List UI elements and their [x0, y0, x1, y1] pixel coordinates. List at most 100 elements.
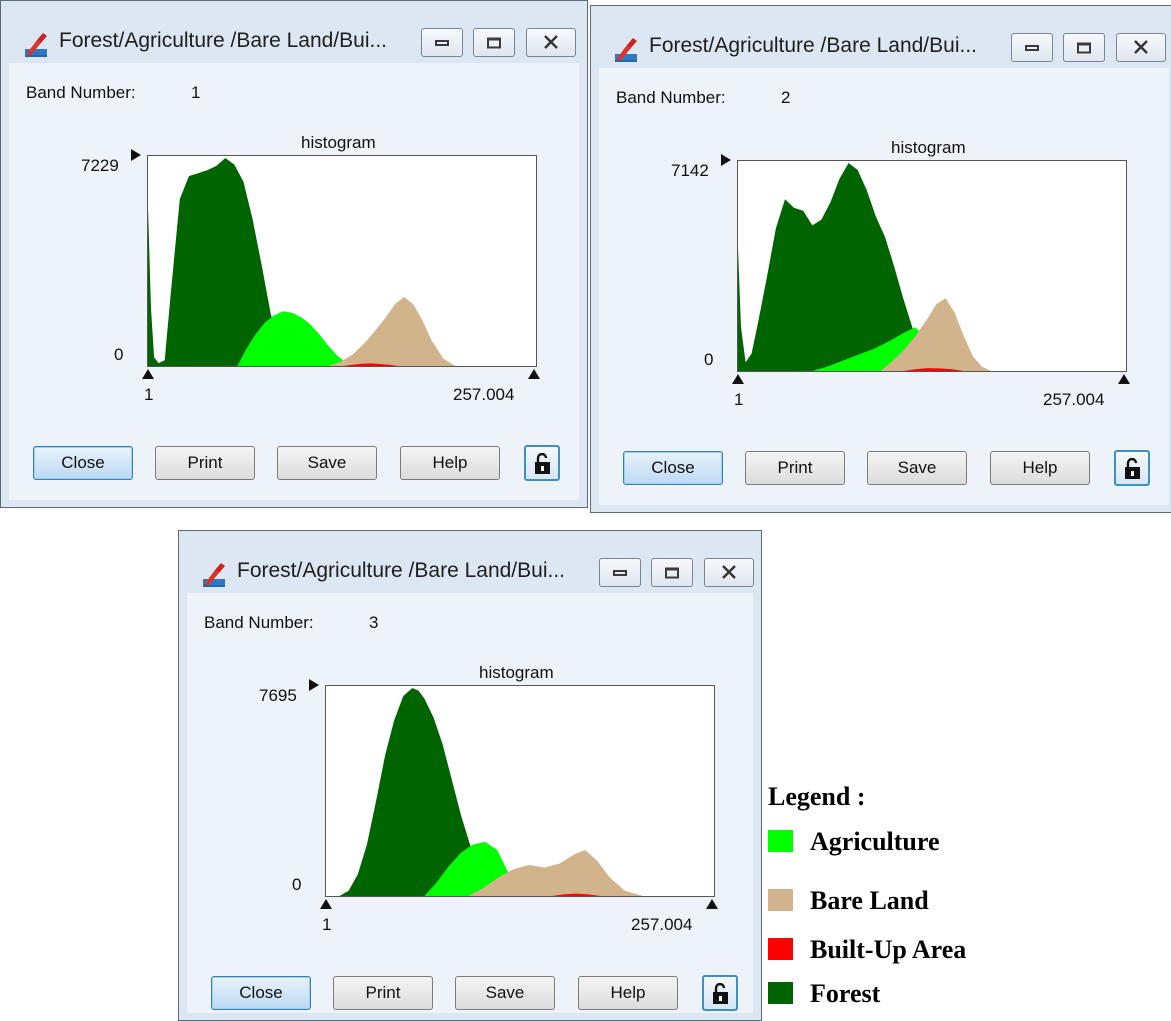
maximize-button[interactable] — [651, 558, 693, 587]
save-button[interactable]: Save — [867, 451, 967, 485]
close-window-button[interactable] — [1116, 33, 1166, 62]
built-up-area-swatch — [768, 938, 793, 960]
close-window-button-glyph — [543, 34, 559, 51]
maximize-button[interactable] — [1063, 33, 1105, 62]
x-max-label: 257.004 — [631, 915, 693, 934]
maximize-button-glyph — [1077, 42, 1091, 53]
y-max-label: 7695 — [259, 686, 297, 705]
title-bar[interactable]: Forest/Agriculture /Bare Land/Bui... — [1, 1, 587, 63]
help-button[interactable]: Help — [400, 446, 500, 480]
x-min-label: 1 — [322, 915, 332, 934]
close-window-button[interactable] — [704, 558, 754, 587]
unlock-icon — [1125, 458, 1140, 479]
x-min-marker-icon[interactable] — [732, 374, 744, 384]
legend-label: Built-Up Area — [810, 935, 967, 964]
agriculture-swatch — [768, 830, 793, 852]
save-button[interactable]: Save — [455, 976, 555, 1010]
histogram-window-band-2: Forest/Agriculture /Bare Land/Bui... Band… — [590, 5, 1171, 513]
minimize-button[interactable] — [599, 558, 641, 587]
y-min-label: 0 — [704, 350, 714, 369]
chart-edit-icon — [613, 36, 641, 64]
legend-label: Bare Land — [810, 886, 929, 915]
histogram-plot[interactable] — [325, 685, 715, 897]
minimize-button[interactable] — [1011, 33, 1053, 62]
close-icon — [544, 34, 558, 49]
close-window-button-glyph — [721, 564, 737, 581]
minimize-icon — [613, 569, 627, 576]
band-number-label: Band Number: — [26, 83, 136, 102]
chart-edit-icon — [23, 31, 51, 59]
close-window-button[interactable] — [526, 28, 576, 57]
histogram-title: histogram — [301, 133, 376, 152]
minimize-button-glyph — [613, 569, 627, 576]
title-bar[interactable]: Forest/Agriculture /Bare Land/Bui... — [591, 6, 1171, 68]
print-button[interactable]: Print — [745, 451, 845, 485]
print-button[interactable]: Print — [333, 976, 433, 1010]
histogram-plot[interactable] — [737, 160, 1127, 372]
minimize-icon — [1025, 44, 1039, 51]
save-button[interactable]: Save — [277, 446, 377, 480]
window-title: Forest/Agriculture /Bare Land/Bui... — [649, 34, 977, 57]
close-button[interactable]: Close — [623, 451, 723, 485]
histogram-window-band-3: Forest/Agriculture /Bare Land/Bui... Band… — [178, 530, 762, 1021]
close-window-button-glyph — [1133, 39, 1149, 56]
title-bar[interactable]: Forest/Agriculture /Bare Land/Bui... — [179, 531, 761, 593]
histogram-window-band-1: Forest/Agriculture /Bare Land/Bui... Band… — [0, 0, 588, 508]
maximize-icon — [487, 37, 501, 48]
close-button[interactable]: Close — [211, 976, 311, 1010]
x-max-label: 257.004 — [453, 385, 515, 404]
y-max-marker-icon[interactable] — [131, 149, 141, 161]
close-button[interactable]: Close — [33, 446, 133, 480]
band-number-label: Band Number: — [616, 88, 726, 107]
band-number-label: Band Number: — [204, 613, 314, 632]
band-number-value: 1 — [191, 83, 201, 102]
maximize-button-glyph — [665, 567, 679, 578]
x-max-label: 257.004 — [1043, 390, 1105, 409]
lock-button[interactable] — [702, 975, 738, 1011]
window-client-area: Band Number: 3 histogram 7695 0 1 257.004 Close… — [187, 593, 753, 1013]
x-max-marker-icon[interactable] — [1118, 374, 1130, 384]
window-client-area: Band Number: 2 histogram 7142 0 1 257.004 Close… — [599, 68, 1169, 505]
y-max-marker-icon[interactable] — [721, 154, 731, 166]
legend-label: Forest — [810, 979, 881, 1008]
maximize-icon — [1077, 42, 1091, 53]
close-icon — [1134, 39, 1148, 54]
band-number-value: 3 — [369, 613, 379, 632]
legend-label: Agriculture — [810, 827, 940, 856]
help-button[interactable]: Help — [578, 976, 678, 1010]
window-title: Forest/Agriculture /Bare Land/Bui... — [59, 29, 387, 52]
x-max-marker-icon[interactable] — [528, 369, 540, 379]
maximize-button[interactable] — [473, 28, 515, 57]
unlock-icon — [535, 453, 550, 474]
histogram-plot[interactable] — [147, 155, 537, 367]
legend-title: Legend : — [768, 782, 866, 811]
window-client-area: Band Number: 1 histogram 7229 0 1 257.004 Close… — [9, 63, 579, 500]
lock-button[interactable] — [524, 445, 560, 481]
x-min-label: 1 — [734, 390, 744, 409]
unlock-icon — [713, 983, 728, 1004]
window-title: Forest/Agriculture /Bare Land/Bui... — [237, 559, 565, 582]
band-number-value: 2 — [781, 88, 791, 107]
x-min-marker-icon[interactable] — [320, 899, 332, 909]
y-min-label: 0 — [292, 875, 302, 894]
forest-swatch — [768, 982, 793, 1004]
help-button[interactable]: Help — [990, 451, 1090, 485]
minimize-icon — [435, 39, 449, 46]
lock-button[interactable] — [1114, 450, 1150, 486]
x-max-marker-icon[interactable] — [706, 899, 718, 909]
histogram-title: histogram — [891, 138, 966, 157]
x-min-marker-icon[interactable] — [142, 369, 154, 379]
maximize-icon — [665, 567, 679, 578]
bare-land-swatch — [768, 889, 793, 911]
histogram-svg — [148, 158, 456, 366]
histogram-series-bare-land — [328, 296, 456, 366]
y-max-label: 7229 — [81, 156, 119, 175]
close-icon — [722, 564, 736, 579]
histogram-svg — [339, 688, 643, 896]
minimize-button[interactable] — [421, 28, 463, 57]
y-max-marker-icon[interactable] — [309, 679, 319, 691]
y-max-label: 7142 — [671, 161, 709, 180]
y-min-label: 0 — [114, 345, 124, 364]
minimize-button-glyph — [435, 39, 449, 46]
print-button[interactable]: Print — [155, 446, 255, 480]
